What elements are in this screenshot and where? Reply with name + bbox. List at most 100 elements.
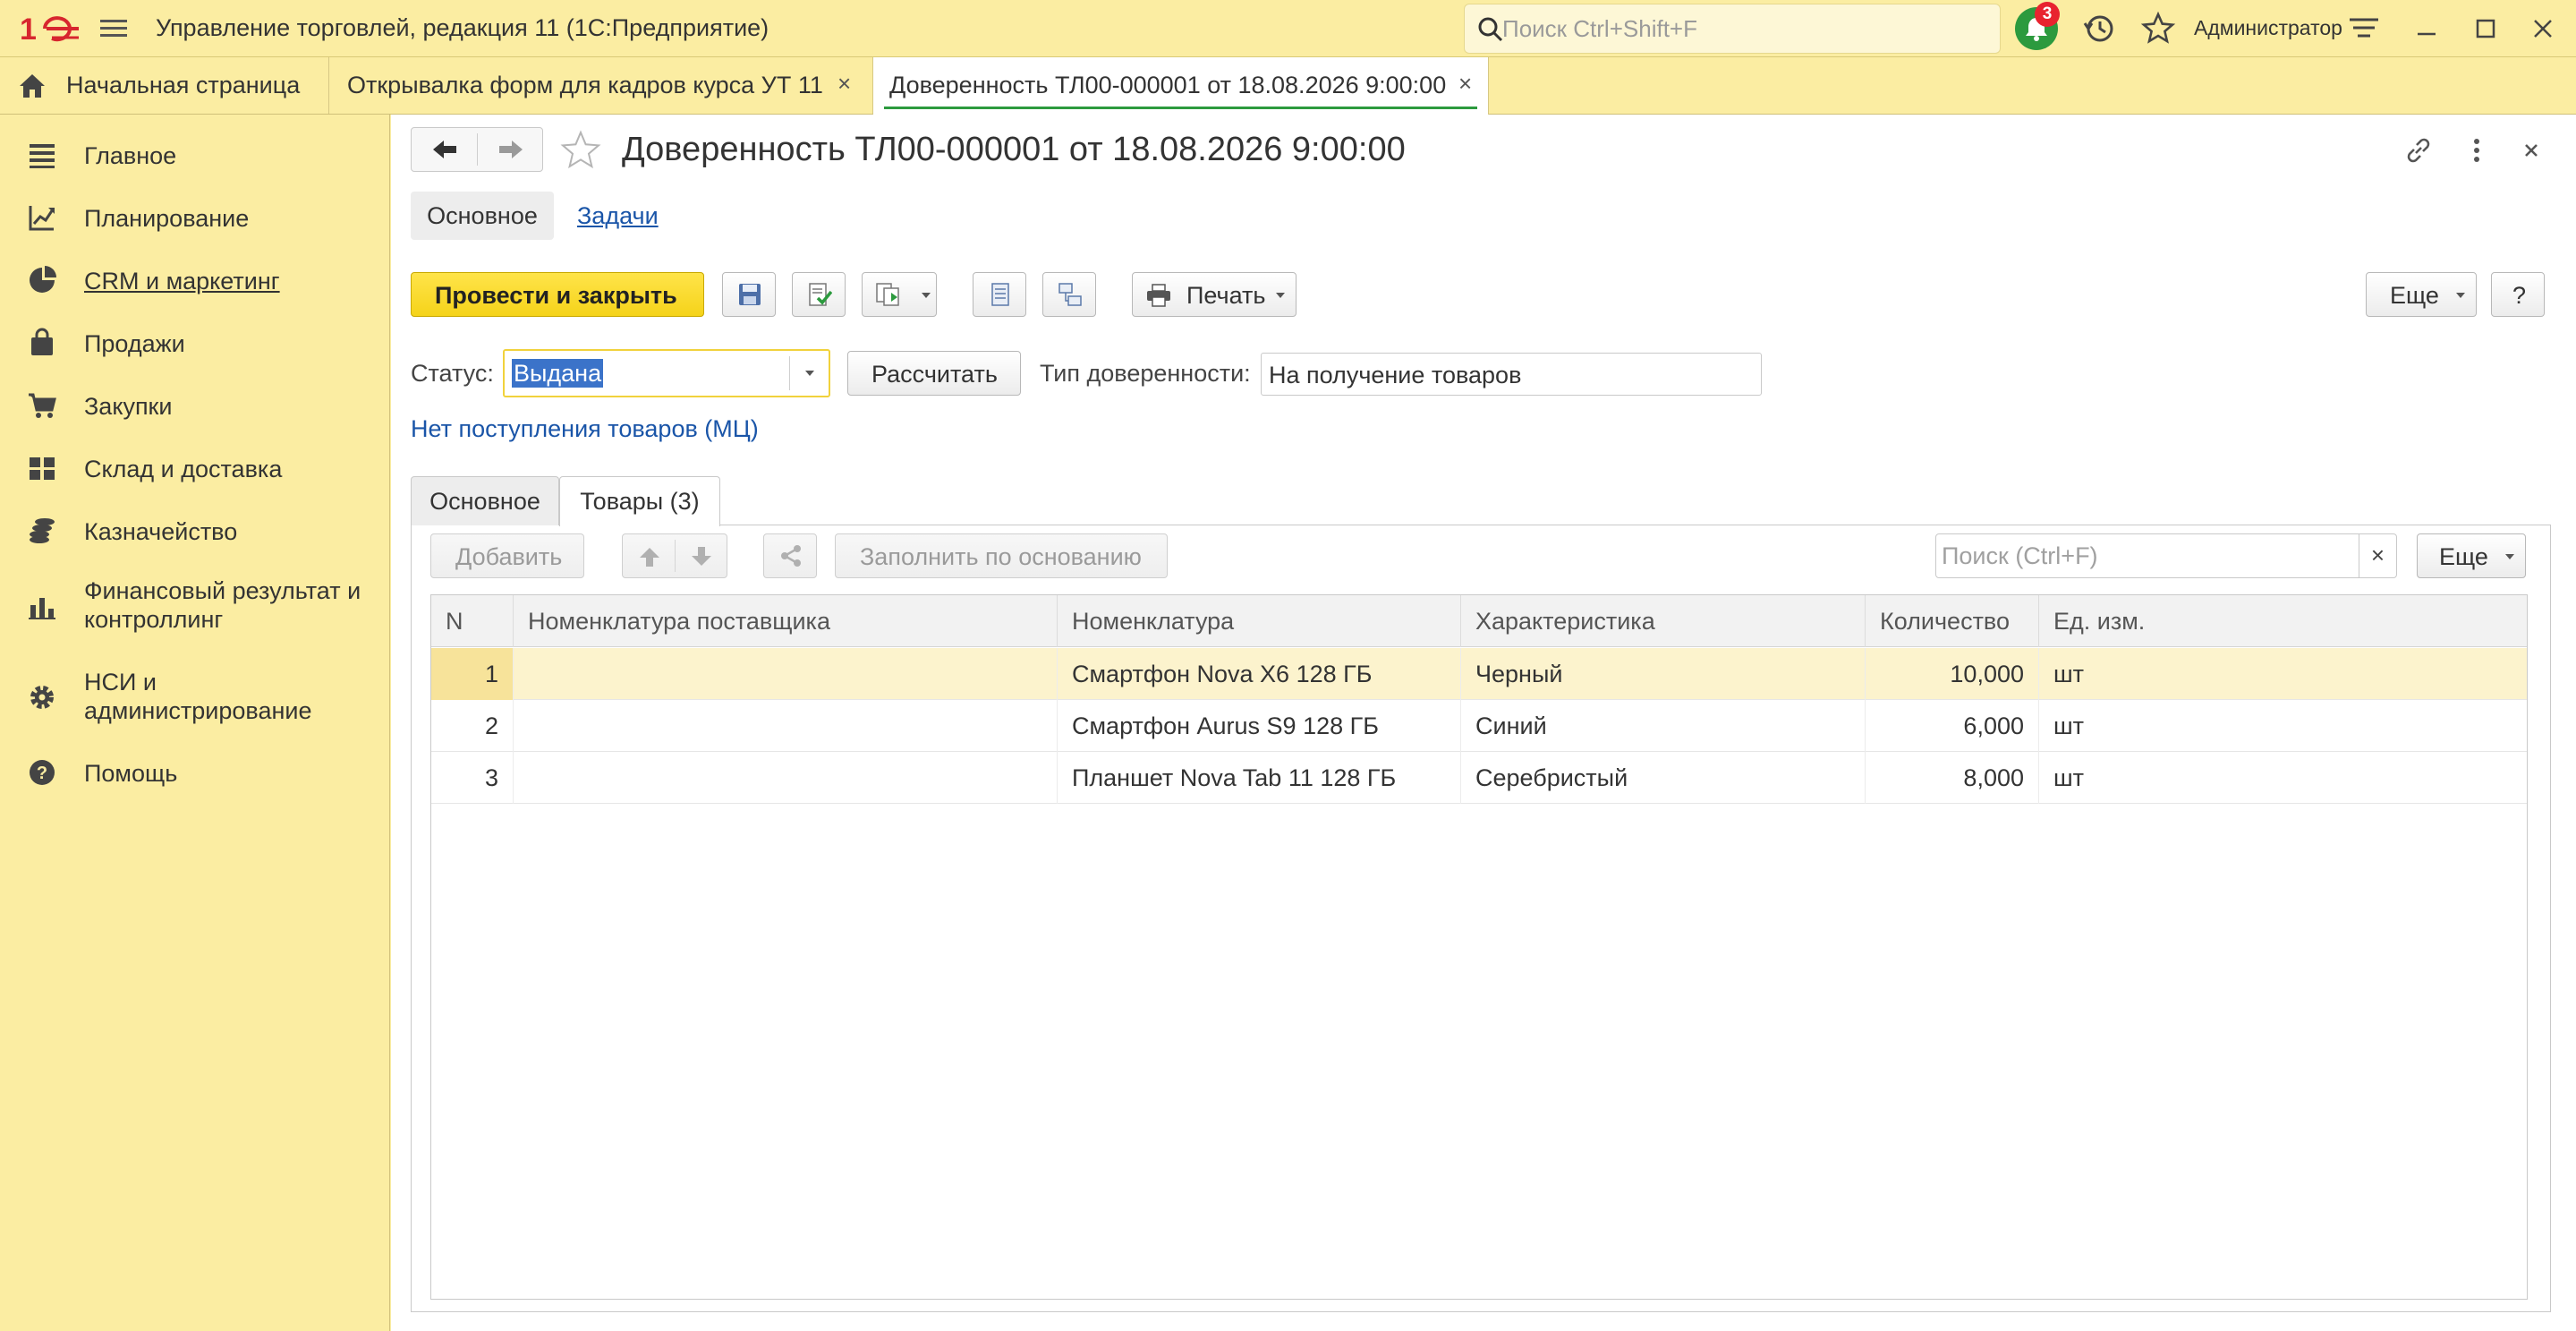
table-more-button[interactable]: Еще	[2417, 533, 2526, 578]
bar-chart-icon	[29, 598, 55, 619]
cell-characteristic: Черный	[1461, 648, 1866, 700]
add-row-button[interactable]: Добавить	[430, 533, 584, 578]
structure-icon	[1058, 283, 1082, 306]
sidebar-item-treasury[interactable]: Казначейство	[0, 508, 390, 553]
table-row[interactable]: 1 Смартфон Nova X6 128 ГБ Черный 10,000 …	[431, 648, 2527, 700]
close-icon[interactable]	[2525, 11, 2561, 47]
more-actions-button[interactable]: Еще	[2366, 272, 2477, 317]
user-name[interactable]: Администратор	[2194, 16, 2342, 40]
column-header[interactable]: N	[431, 595, 514, 647]
clear-search-icon[interactable]: ×	[2359, 534, 2396, 577]
no-receipts-link[interactable]: Нет поступления товаров (МЦ)	[411, 415, 759, 443]
star-icon[interactable]	[2140, 11, 2176, 47]
calculate-button[interactable]: Рассчитать	[847, 351, 1021, 396]
tab-main[interactable]: Основное	[411, 476, 559, 525]
settings-icon[interactable]	[2346, 11, 2382, 47]
cell-item: Планшет Nova Tab 11 128 ГБ	[1058, 752, 1461, 804]
print-button[interactable]: Печать	[1132, 272, 1297, 317]
sidebar-item-crm[interactable]: CRM и маркетинг	[0, 258, 390, 303]
tab-bar: Начальная страница Открывалка форм для к…	[0, 57, 2576, 115]
sidebar-item-admin[interactable]: НСИ и администрирование	[0, 661, 390, 732]
tab-home[interactable]: Начальная страница	[0, 57, 329, 114]
forward-button[interactable]	[478, 128, 543, 171]
cell-n: 3	[431, 752, 514, 804]
subordination-structure-button[interactable]	[1042, 272, 1096, 317]
tab-forms-opener[interactable]: Открывалка форм для кадров курса УТ 11 ×	[329, 57, 873, 114]
document-movements-icon	[991, 283, 1009, 306]
tab-goods[interactable]: Товары (3)	[559, 476, 720, 526]
post-and-close-button[interactable]: Провести и закрыть	[411, 272, 704, 317]
sidebar-item-sales[interactable]: Продажи	[0, 320, 390, 365]
sidebar-item-purchases[interactable]: Закупки	[0, 383, 390, 428]
form-tab-tasks[interactable]: Задачи	[577, 192, 659, 240]
status-select[interactable]: Выдана	[503, 349, 830, 397]
arrow-right-icon	[499, 141, 523, 158]
sidebar-item-label: CRM и маркетинг	[84, 268, 280, 294]
share-button[interactable]	[763, 533, 817, 578]
back-button[interactable]	[412, 128, 477, 171]
table-row[interactable]: 2 Смартфон Aurus S9 128 ГБ Синий 6,000 ш…	[431, 700, 2527, 752]
sidebar-item-warehouse[interactable]: Склад и доставка	[0, 446, 390, 491]
post-button[interactable]	[792, 272, 846, 317]
app-title: Управление торговлей, редакция 11 (1С:Пр…	[156, 14, 769, 41]
favorite-star-icon[interactable]	[559, 129, 602, 172]
minimize-icon[interactable]	[2409, 11, 2444, 47]
column-header[interactable]: Номенклатура поставщика	[514, 595, 1058, 647]
help-button[interactable]: ?	[2491, 272, 2545, 317]
sidebar-item-finance[interactable]: Финансовый результат и контроллинг	[0, 569, 390, 641]
goods-table: N Номенклатура поставщика Номенклатура Х…	[430, 594, 2528, 1300]
chevron-down-icon[interactable]	[789, 356, 829, 390]
cell-unit: шт	[2053, 661, 2085, 687]
close-icon[interactable]: ×	[837, 70, 851, 98]
sidebar-item-planning[interactable]: Планирование	[0, 195, 390, 240]
more-vertical-icon[interactable]	[2463, 132, 2490, 168]
create-based-on-button[interactable]	[862, 272, 937, 317]
close-icon[interactable]: ×	[1458, 70, 1472, 98]
button-label: Еще	[2439, 543, 2488, 570]
printer-icon	[1147, 284, 1170, 307]
global-search-input[interactable]	[1502, 4, 1985, 53]
status-label: Статус:	[411, 360, 494, 387]
svg-text:1: 1	[20, 13, 37, 47]
cell-characteristic: Серебристый	[1461, 752, 1866, 804]
page-title: Доверенность ТЛ00-000001 от 18.08.2026 9…	[622, 131, 1406, 168]
post-document-icon	[809, 283, 832, 306]
table-search-input[interactable]	[1942, 534, 2335, 577]
table-row[interactable]: 3 Планшет Nova Tab 11 128 ГБ Серебристый…	[431, 752, 2527, 804]
1c-logo-icon[interactable]: 1	[20, 11, 81, 47]
cell-characteristic: Синий	[1461, 700, 1866, 752]
form-tab-main[interactable]: Основное	[411, 192, 554, 240]
notifications-badge: 3	[2035, 2, 2060, 27]
button-label: Рассчитать	[871, 361, 998, 388]
sidebar-item-label: Казначейство	[84, 518, 238, 545]
cell-quantity: 6,000	[1866, 700, 2039, 752]
link-icon[interactable]	[2401, 132, 2436, 168]
sidebar-item-label: Продажи	[84, 330, 185, 357]
global-search[interactable]	[1464, 4, 2001, 54]
arrow-up-icon[interactable]	[638, 545, 661, 568]
menu-icon[interactable]	[98, 14, 129, 43]
button-label: Провести и закрыть	[435, 282, 677, 309]
history-icon[interactable]	[2081, 11, 2117, 47]
column-header[interactable]: Номенклатура	[1058, 595, 1461, 647]
maximize-icon[interactable]	[2468, 11, 2504, 47]
document-movements-button[interactable]	[973, 272, 1026, 317]
list-icon	[30, 144, 55, 168]
sidebar-item-help[interactable]: ? Помощь	[0, 750, 390, 795]
table-search[interactable]: ×	[1935, 533, 2397, 578]
arrow-down-icon[interactable]	[690, 545, 713, 568]
column-header[interactable]: Характеристика	[1461, 595, 1866, 647]
gear-icon	[30, 686, 54, 709]
fill-by-basis-button[interactable]: Заполнить по основанию	[835, 533, 1168, 578]
column-header[interactable]: Ед. изм.	[2039, 595, 2527, 647]
cell-quantity: 8,000	[1866, 752, 2039, 804]
cell-n: 1	[431, 648, 514, 700]
title-bar: 1 Управление торговлей, редакция 11 (1С:…	[0, 0, 2576, 57]
column-header[interactable]: Количество	[1866, 595, 2039, 647]
close-icon[interactable]	[2513, 132, 2549, 168]
save-button[interactable]	[722, 272, 776, 317]
tab-power-of-attorney[interactable]: Доверенность ТЛ00-000001 от 18.08.2026 9…	[873, 57, 1489, 115]
crm-icon	[30, 266, 56, 293]
sidebar-item-main[interactable]: Главное	[0, 132, 390, 177]
attorney-type-field[interactable]: На получение товаров	[1261, 353, 1762, 396]
